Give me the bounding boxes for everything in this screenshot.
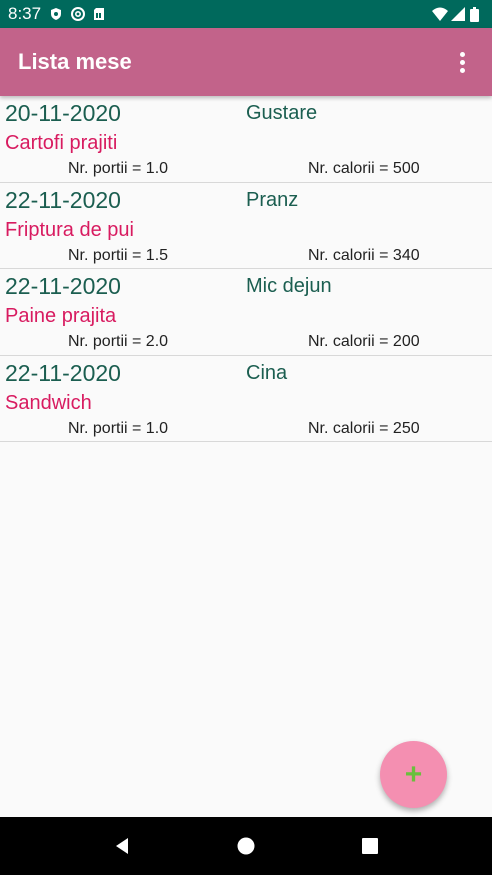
signal-icon bbox=[451, 7, 465, 21]
more-vert-dot bbox=[459, 59, 465, 65]
more-vert-icon[interactable] bbox=[450, 42, 474, 82]
meal-food: Friptura de pui bbox=[5, 218, 134, 241]
app-bar: Lista mese bbox=[0, 28, 492, 96]
meal-type: Mic dejun bbox=[246, 275, 332, 297]
meal-type: Cina bbox=[246, 361, 288, 384]
meal-date: 20-11-2020 bbox=[5, 100, 121, 126]
status-time: 8:37 bbox=[8, 4, 42, 23]
meal-portions: Nr. portii = 2.0 bbox=[68, 333, 169, 350]
wifi-icon bbox=[432, 7, 448, 21]
recents-icon[interactable] bbox=[350, 826, 390, 866]
status-right bbox=[432, 7, 484, 22]
meal-list: 20-11-2020 Gustare Cartofi prajiti Nr. p… bbox=[0, 96, 492, 442]
sim-card-icon bbox=[93, 7, 107, 21]
status-bar: 8:37 bbox=[0, 0, 492, 28]
meal-calories: Nr. calorii = 500 bbox=[308, 160, 420, 177]
plus-icon: + bbox=[404, 757, 423, 791]
meal-calories: Nr. calorii = 340 bbox=[308, 246, 420, 264]
add-meal-button[interactable]: + bbox=[380, 741, 447, 808]
more-vert-dot bbox=[459, 51, 465, 57]
meal-food: Cartofi prajiti bbox=[5, 132, 118, 154]
shield-icon bbox=[49, 7, 63, 21]
home-icon[interactable] bbox=[226, 826, 266, 866]
list-item[interactable]: 22-11-2020 Cina Sandwich Nr. portii = 1.… bbox=[0, 356, 492, 442]
meal-date: 22-11-2020 bbox=[5, 273, 121, 299]
meal-food: Paine prajita bbox=[5, 305, 117, 327]
meal-food: Sandwich bbox=[5, 391, 92, 414]
meal-portions: Nr. portii = 1.5 bbox=[68, 246, 169, 264]
more-vert-dot bbox=[459, 67, 465, 73]
list-item[interactable]: 22-11-2020 Mic dejun Paine prajita Nr. p… bbox=[0, 269, 492, 356]
list-item[interactable]: 22-11-2020 Pranz Friptura de pui Nr. por… bbox=[0, 183, 492, 269]
list-item[interactable]: 20-11-2020 Gustare Cartofi prajiti Nr. p… bbox=[0, 96, 492, 183]
meal-date: 22-11-2020 bbox=[5, 186, 121, 213]
meal-calories: Nr. calorii = 200 bbox=[308, 333, 420, 350]
system-nav-bar bbox=[0, 817, 492, 875]
at-icon bbox=[71, 7, 86, 21]
meal-type: Gustare bbox=[246, 102, 318, 124]
meal-portions: Nr. portii = 1.0 bbox=[68, 160, 169, 177]
meal-portions: Nr. portii = 1.0 bbox=[68, 419, 169, 437]
meal-calories: Nr. calorii = 250 bbox=[308, 419, 420, 437]
back-icon[interactable] bbox=[102, 826, 142, 866]
meal-date: 22-11-2020 bbox=[5, 359, 121, 386]
battery-icon bbox=[470, 7, 484, 22]
meal-type: Pranz bbox=[246, 188, 299, 211]
status-left: 8:37 bbox=[8, 4, 107, 24]
page-title: Lista mese bbox=[18, 49, 132, 74]
